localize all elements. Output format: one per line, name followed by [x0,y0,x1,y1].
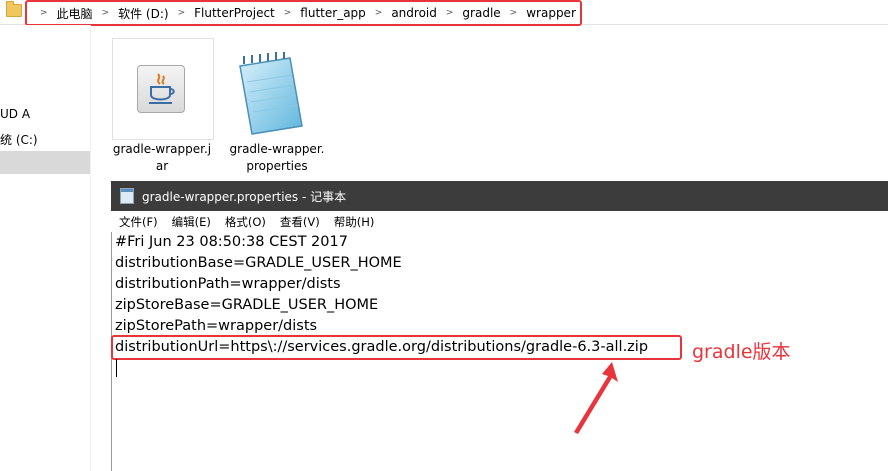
breadcrumb-item-wrapper[interactable]: wrapper [526,6,576,20]
chevron-right-icon[interactable]: > [178,8,186,18]
chevron-right-icon[interactable]: > [446,8,454,18]
notepad-title-bar[interactable]: gradle-wrapper.properties - 记事本 [111,181,888,211]
chevron-right-icon[interactable]: > [40,8,48,18]
text-caret [116,359,117,377]
text-line: distributionPath=wrapper/dists [115,276,341,292]
annotation-arrow-icon [574,362,618,434]
notepad-file-icon[interactable] [230,52,308,136]
text-line: zipStoreBase=GRADLE_USER_HOME [115,297,379,313]
nav-item-drive-c[interactable]: 统 (C:) [0,131,38,148]
breadcrumb-item-this-pc[interactable]: 此电脑 [57,5,93,22]
menu-edit[interactable]: 编辑(E) [172,214,211,230]
address-bar[interactable]: > 此电脑 > 软件 (D:) > FlutterProject > flutt… [0,0,888,26]
text-line: zipStorePath=wrapper/dists [115,318,318,334]
notepad-menu-bar: 文件(F) 编辑(E) 格式(O) 查看(V) 帮助(H) [111,211,888,233]
chevron-right-icon[interactable]: > [284,8,292,18]
text-line: #Fri Jun 23 08:50:38 CEST 2017 [115,234,348,250]
folder-icon [6,1,22,17]
breadcrumb-item-android[interactable]: android [391,6,437,20]
nav-item-ud-a[interactable]: UD A [0,107,30,121]
file-name-line: gradle-wrapper. [229,142,325,156]
breadcrumb-item-flutter-app[interactable]: flutter_app [300,6,365,20]
breadcrumb[interactable]: > 此电脑 > 软件 (D:) > FlutterProject > flutt… [25,0,582,26]
chevron-right-icon[interactable]: > [102,8,110,18]
menu-help[interactable]: 帮助(H) [334,214,375,230]
file-name-line: gradle-wrapper.j [112,142,212,156]
menu-file[interactable]: 文件(F) [119,214,158,230]
java-jar-icon [137,65,185,113]
chevron-right-icon[interactable]: > [375,8,383,18]
menu-view[interactable]: 查看(V) [280,214,320,230]
menu-format[interactable]: 格式(O) [225,214,266,230]
notepad-title: gradle-wrapper.properties - 记事本 [142,189,347,204]
breadcrumb-item-drive-d[interactable]: 软件 (D:) [118,5,168,22]
navigation-pane[interactable]: UD A 统 (C:) [0,25,91,471]
highlight-box [111,335,682,360]
chevron-right-icon[interactable]: > [510,8,518,18]
file-name-line: ar [155,159,169,173]
text-line: distributionBase=GRADLE_USER_HOME [115,255,402,271]
file-name-line: properties [246,159,308,173]
file-item-gradle-wrapper-properties[interactable]: gradle-wrapper. properties [227,141,327,175]
breadcrumb-item-gradle[interactable]: gradle [462,6,500,20]
file-item-gradle-wrapper-jar[interactable]: gradle-wrapper.j ar [112,141,212,175]
nav-selected-highlight [0,151,90,174]
annotation-label: gradle版本 [692,341,791,363]
breadcrumb-item-flutterproject[interactable]: FlutterProject [194,6,275,20]
notepad-icon [120,188,134,204]
